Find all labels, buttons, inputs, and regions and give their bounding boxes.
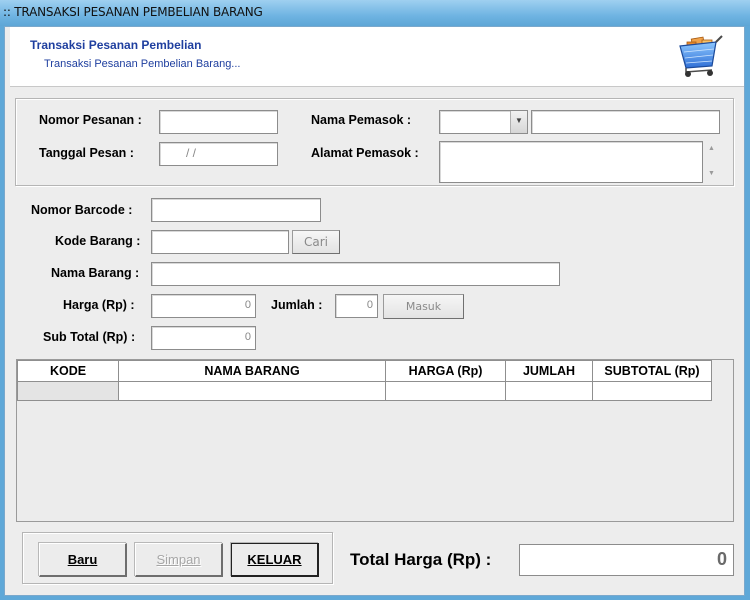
baru-button-label: Baru: [67, 552, 98, 567]
subtotal-label: Sub Total (Rp) :: [43, 330, 136, 344]
chevron-down-icon: ▼: [515, 116, 523, 125]
scroll-up-icon[interactable]: ▲: [708, 145, 715, 152]
header-subtitle: Transaksi Pesanan Pembelian Barang...: [44, 58, 241, 70]
combo-dropdown-button[interactable]: ▼: [510, 111, 527, 133]
grid-header-subtotal[interactable]: SUBTOTAL (Rp): [592, 360, 712, 382]
simpan-button-label: Simpan: [156, 552, 201, 567]
grid-cell-harga[interactable]: [385, 381, 506, 401]
subtotal-input[interactable]: 0: [151, 326, 256, 350]
harga-input[interactable]: 0: [151, 294, 256, 318]
tanggal-pesan-input[interactable]: / /: [159, 142, 278, 166]
shopping-cart-icon: [674, 32, 726, 80]
barcode-input[interactable]: [151, 198, 321, 222]
nomor-pesanan-input[interactable]: [159, 110, 278, 134]
kode-barang-input[interactable]: [151, 230, 289, 254]
header-title: Transaksi Pesanan Pembelian: [30, 38, 202, 52]
grid-cell-nama-barang[interactable]: [118, 381, 386, 401]
window-title: :: TRANSAKSI PESANAN PEMBELIAN BARANG: [3, 5, 263, 19]
grid-header-jumlah[interactable]: JUMLAH: [505, 360, 593, 382]
alamat-scrollbar[interactable]: ▲ ▼: [704, 141, 720, 183]
nomor-pesanan-label: Nomor Pesanan :: [39, 113, 142, 127]
kode-barang-label: Kode Barang :: [55, 234, 141, 248]
items-grid-table: KODE NAMA BARANG HARGA (Rp) JUMLAH SUBTO…: [17, 360, 712, 401]
masuk-button[interactable]: Masuk: [383, 294, 464, 319]
total-harga-value: 0: [519, 544, 734, 576]
grid-cell-subtotal[interactable]: [592, 381, 712, 401]
tanggal-pesan-label: Tanggal Pesan :: [39, 146, 134, 160]
baru-button[interactable]: Baru: [39, 543, 127, 577]
scroll-down-icon[interactable]: ▼: [708, 170, 715, 177]
keluar-button[interactable]: KELUAR: [231, 543, 319, 577]
simpan-button[interactable]: Simpan: [135, 543, 223, 577]
grid-header-nama-barang[interactable]: NAMA BARANG: [118, 360, 386, 382]
header-panel: [10, 27, 744, 87]
jumlah-input[interactable]: 0: [335, 294, 378, 318]
total-harga-label: Total Harga (Rp) :: [350, 550, 492, 569]
harga-label: Harga (Rp) :: [63, 298, 135, 312]
grid-cell-jumlah[interactable]: [505, 381, 593, 401]
nama-pemasok-detail-input[interactable]: [531, 110, 720, 134]
grid-header-harga[interactable]: HARGA (Rp): [385, 360, 506, 382]
table-row[interactable]: [17, 381, 712, 401]
barcode-label: Nomor Barcode :: [31, 203, 133, 217]
alamat-pemasok-label: Alamat Pemasok :: [311, 146, 419, 160]
nama-pemasok-label: Nama Pemasok :: [311, 113, 412, 127]
cari-button[interactable]: Cari: [292, 230, 340, 254]
grid-header-kode[interactable]: KODE: [17, 360, 119, 382]
alamat-pemasok-textarea[interactable]: [439, 141, 703, 183]
grid-cell-kode[interactable]: [17, 381, 119, 401]
nama-barang-label: Nama Barang :: [51, 266, 140, 280]
keluar-button-label: KELUAR: [247, 552, 302, 567]
nama-barang-input[interactable]: [151, 262, 560, 286]
jumlah-label: Jumlah :: [271, 298, 323, 312]
